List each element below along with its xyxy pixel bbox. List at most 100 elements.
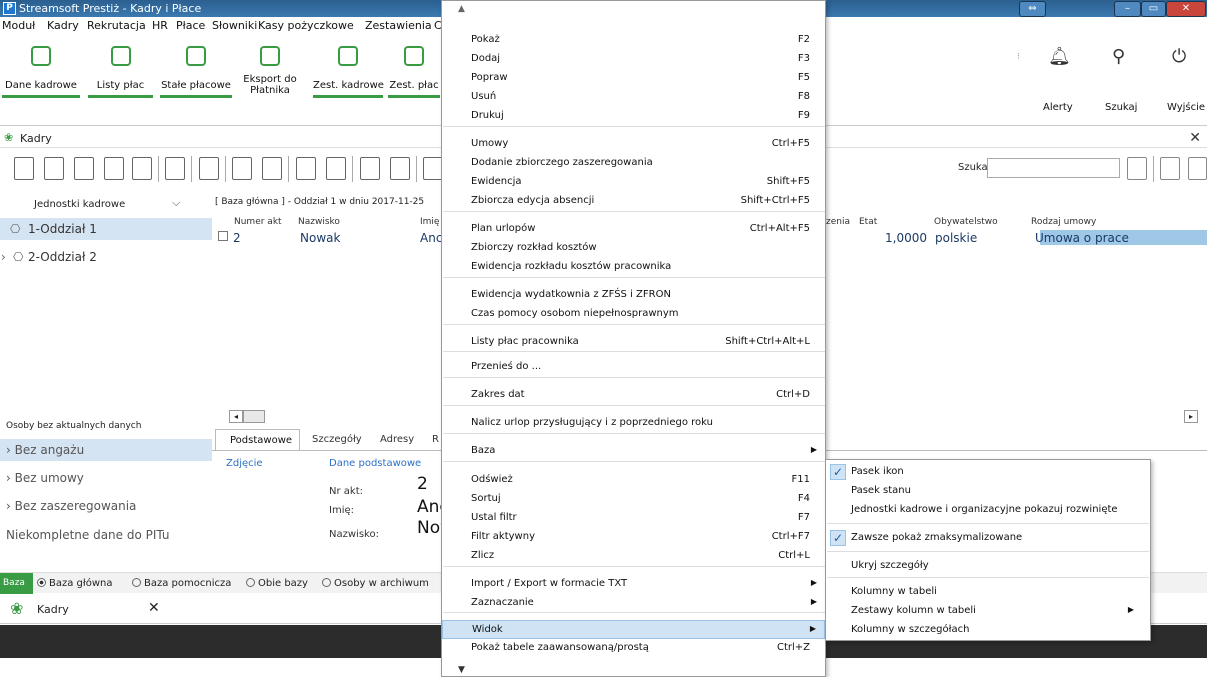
menu-item-sortuj[interactable]: Sortuj F4 <box>442 490 825 509</box>
menu-item-baza[interactable]: Baza ▶ <box>442 442 825 461</box>
search-input[interactable] <box>987 158 1120 178</box>
menu-slowniki[interactable]: Słowniki <box>212 19 257 32</box>
close-button[interactable]: ✕ <box>1166 1 1206 17</box>
alerty-label[interactable]: Alerty <box>1043 102 1073 113</box>
restore-window-button[interactable]: ⇔ <box>1019 1 1046 17</box>
col-obywatelstwo[interactable]: Obywatelstwo <box>934 217 998 227</box>
nav-bez-angazu[interactable]: › Bez angażu <box>0 439 212 461</box>
radio-obie-bazy[interactable]: Obie bazy <box>246 578 308 589</box>
document-icon[interactable] <box>165 157 185 180</box>
submenu-item-zawsze-zmaksymalizowane[interactable]: ✓ Zawsze pokaż zmaksymalizowane <box>826 528 1150 548</box>
dane-kadrowe-button[interactable]: Dane kadrowe <box>2 46 80 98</box>
maximize-button[interactable]: ▭ <box>1141 1 1166 17</box>
show-icon[interactable] <box>14 157 34 180</box>
people-icon[interactable] <box>199 157 219 180</box>
photo-link[interactable]: Zdjęcie <box>226 458 263 469</box>
menu-item-nalicz-urlop[interactable]: Nalicz urlop przysługujący i z poprzedni… <box>442 414 825 433</box>
close-module-icon[interactable]: ✕ <box>1189 130 1201 146</box>
menu-item-usun[interactable]: Usuń F8 <box>442 88 825 107</box>
edit-icon[interactable] <box>74 157 94 180</box>
menu-item-popraw[interactable]: Popraw F5 <box>442 69 825 88</box>
menu-item-ustal-filtr[interactable]: Ustal filtr F7 <box>442 509 825 528</box>
units-header[interactable]: Jednostki kadrowe ⌵ <box>0 193 212 217</box>
delete-icon[interactable] <box>104 157 124 180</box>
tree-item-oddzial-2[interactable]: › ⎔ 2-Oddział 2 <box>0 246 212 268</box>
menu-item-listy-plac[interactable]: Listy płac pracownika Shift+Ctrl+Alt+L <box>442 333 825 352</box>
tab-more[interactable]: R <box>432 429 439 451</box>
minimize-button[interactable]: – <box>1114 1 1141 17</box>
tool-icon[interactable] <box>423 157 443 180</box>
tab-adresy[interactable]: Adresy <box>380 429 414 451</box>
menu-item-zaznaczanie[interactable]: Zaznaczanie ▶ <box>442 594 825 613</box>
szukaj-label[interactable]: Szukaj <box>1105 102 1137 113</box>
group-icon[interactable] <box>390 157 410 180</box>
tree-item-oddzial-1[interactable]: ⎔ 1-Oddział 1 <box>0 218 212 240</box>
menu-item-zlicz[interactable]: Zlicz Ctrl+L <box>442 547 825 566</box>
submenu-item-kolumny-w-szczegolach[interactable]: Kolumny w szczegółach <box>826 620 1150 640</box>
submenu-item-ukryj-szczegoly[interactable]: Ukryj szczegóły <box>826 556 1150 576</box>
vacation-icon[interactable] <box>262 157 282 180</box>
filter-icon[interactable] <box>1127 157 1147 180</box>
close-tab-icon[interactable]: ✕ <box>148 600 160 616</box>
power-icon[interactable]: ⏻ <box>1172 46 1186 67</box>
eksport-platnika-button[interactable]: Eksport do Płatnika <box>237 46 303 96</box>
tab-kadry[interactable]: ❀ Kadry ✕ <box>0 594 166 624</box>
calendar-icon[interactable] <box>232 157 252 180</box>
radio-baza-glowna[interactable]: Baza główna <box>37 578 113 589</box>
nav-bez-zaszeregowania[interactable]: › Bez zaszeregowania <box>0 495 212 517</box>
nav-bez-umowy[interactable]: › Bez umowy <box>0 467 212 489</box>
submenu-item-pasek-ikon[interactable]: ✓ Pasek ikon <box>826 462 1150 482</box>
tab-szczegoly[interactable]: Szczegóły <box>312 429 362 451</box>
row-checkbox[interactable] <box>218 231 228 241</box>
radio-baza-pomocnicza[interactable]: Baza pomocnicza <box>132 578 231 589</box>
submenu-item-kolumny-w-tabeli[interactable]: Kolumny w tabeli <box>826 582 1150 602</box>
view-icon[interactable] <box>1188 157 1207 180</box>
scroll-right-icon[interactable]: ▸ <box>1184 410 1198 423</box>
col-rodzaj-umowy[interactable]: Rodzaj umowy <box>1031 217 1096 227</box>
bell-icon[interactable]: 🔔︎ <box>1048 46 1071 67</box>
menu-item-dodaj[interactable]: Dodaj F3 <box>442 50 825 69</box>
menu-item-odswiez[interactable]: Odśwież F11 <box>442 471 825 490</box>
print-icon[interactable] <box>132 157 152 180</box>
menu-item-zakres-dat[interactable]: Zakres dat Ctrl+D <box>442 386 825 405</box>
menu-item-plan-urlopow[interactable]: Plan urlopów Ctrl+Alt+F5 <box>442 220 825 239</box>
col-partial[interactable]: zenia <box>826 217 850 227</box>
tab-podstawowe[interactable]: Podstawowe <box>215 429 300 451</box>
zest-kadrowe-button[interactable]: Zest. kadrowe <box>313 46 384 98</box>
menu-item-ewidencja-rozkladu[interactable]: Ewidencja rozkładu kosztów pracownika <box>442 258 825 277</box>
scroll-left-icon[interactable]: ◂ <box>229 410 243 423</box>
absence-icon[interactable] <box>326 157 346 180</box>
chevron-right-icon[interactable]: › <box>1 250 6 264</box>
col-etat[interactable]: Etat <box>859 217 877 227</box>
zest-plac-button[interactable]: Zest. płac <box>388 46 440 98</box>
radio-osoby-archiwum[interactable]: Osoby w archiwum <box>322 578 429 589</box>
nav-niekompletne-pit[interactable]: Niekompletne dane do PITu <box>0 524 212 546</box>
menu-place[interactable]: Płace <box>176 19 205 32</box>
menu-item-zbiorcza-edycja[interactable]: Zbiorcza edycja absencji Shift+Ctrl+F5 <box>442 192 825 211</box>
menu-kadry[interactable]: Kadry <box>47 19 79 32</box>
menu-item-zbiorczy-rozklad[interactable]: Zbiorczy rozkład kosztów <box>442 239 825 258</box>
listy-plac-button[interactable]: Listy płac <box>88 46 153 98</box>
search-icon[interactable]: ⚲ <box>1112 46 1125 67</box>
schedule-icon[interactable] <box>296 157 316 180</box>
menu-rekrutacja[interactable]: Rekrutacja <box>87 19 146 32</box>
menu-item-czas-pomocy[interactable]: Czas pomocy osobom niepełnosprawnym <box>442 305 825 324</box>
col-imie[interactable]: Imię <box>420 217 439 227</box>
col-numer-akt[interactable]: Numer akt <box>234 217 282 227</box>
menu-item-drukuj[interactable]: Drukuj F9 <box>442 107 825 126</box>
submenu-item-pasek-stanu[interactable]: Pasek stanu <box>826 481 1150 501</box>
menu-item-import-export[interactable]: Import / Export w formacie TXT ▶ <box>442 575 825 594</box>
add-icon[interactable] <box>1160 157 1180 180</box>
menu-item-przenies[interactable]: Przenieś do ... <box>442 358 825 377</box>
menu-item-dodanie-zaszeregowania[interactable]: Dodanie zbiorczego zaszeregowania <box>442 154 825 173</box>
submenu-item-jednostki-rozwiniete[interactable]: Jednostki kadrowe i organizacyjne pokazu… <box>826 500 1150 520</box>
add-icon[interactable] <box>44 157 64 180</box>
wyjscie-label[interactable]: Wyjście <box>1167 102 1205 113</box>
menu-item-umowy[interactable]: Umowy Ctrl+F5 <box>442 135 825 154</box>
basic-data-link[interactable]: Dane podstawowe <box>329 458 421 469</box>
col-nazwisko[interactable]: Nazwisko <box>298 217 340 227</box>
chevron-down-icon[interactable]: ⌵ <box>172 196 180 210</box>
hand-icon[interactable] <box>360 157 380 180</box>
menu-item-ewidencja[interactable]: Ewidencja Shift+F5 <box>442 173 825 192</box>
menu-item-widok[interactable]: Widok ▶ <box>442 620 825 639</box>
